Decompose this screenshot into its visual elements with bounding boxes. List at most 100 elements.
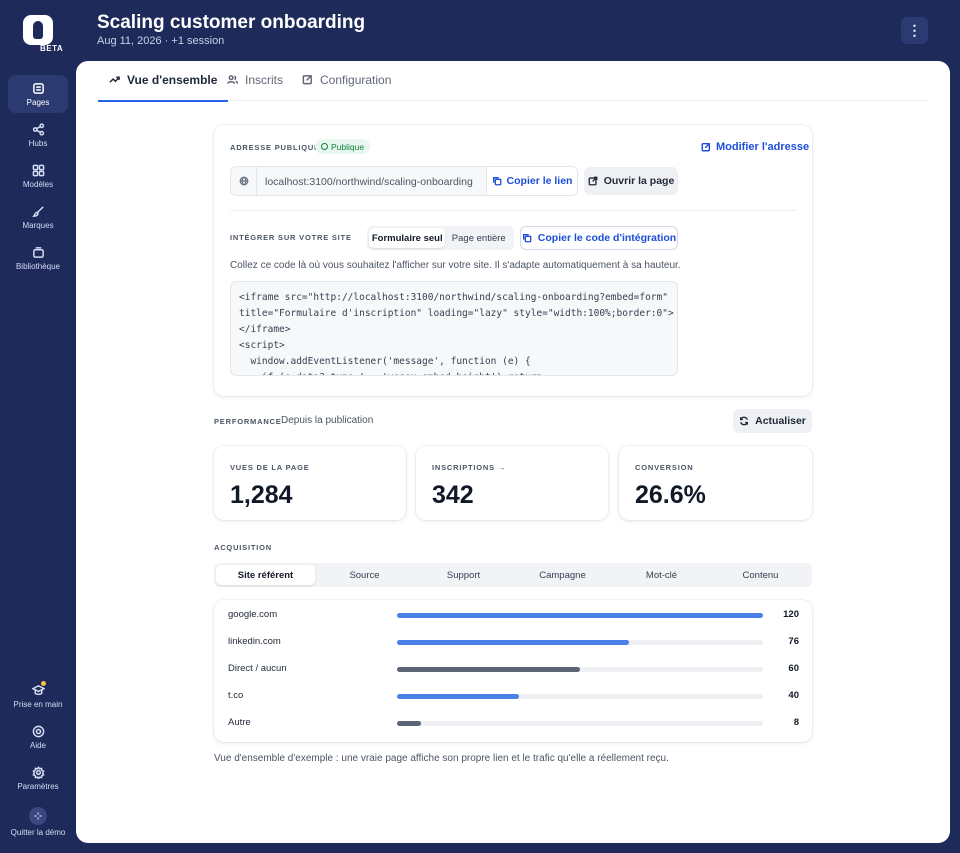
publish-card: ADRESSE PUBLIQUE Publique Modifier l'adr… xyxy=(214,125,812,396)
notification-dot xyxy=(41,681,46,686)
stat-value: 1,284 xyxy=(230,481,293,509)
address-caption: ADRESSE PUBLIQUE xyxy=(230,143,320,152)
performance-header: PERFORMANCE Depuis la publication Actual… xyxy=(214,409,812,435)
tab-bar: Vue d'ensemble Inscrits Configuration xyxy=(97,61,928,102)
referrer-count: 60 xyxy=(788,663,799,674)
tab-label: Configuration xyxy=(320,73,392,87)
embed-code-block[interactable]: <iframe src="http://localhost:3100/north… xyxy=(230,281,678,376)
list-item: linkedin.com 76 xyxy=(214,629,812,656)
gear-icon xyxy=(31,765,45,779)
library-icon xyxy=(32,246,44,258)
tab-inscrits[interactable]: Inscrits xyxy=(227,73,283,101)
public-url-text[interactable]: localhost:3100/northwind/scaling-onboard… xyxy=(265,176,473,188)
app-logo[interactable] xyxy=(23,15,53,45)
rail-item-hubs[interactable]: Hubs xyxy=(8,116,68,154)
referrer-count: 40 xyxy=(788,690,799,701)
status-badge: Publique xyxy=(315,139,371,154)
open-page-label: Ouvrir la page xyxy=(603,175,675,187)
rail-item-label: Marques xyxy=(22,220,54,230)
referrer-list: google.com 120 linkedin.com 76 Direct / … xyxy=(214,600,812,742)
main-panel: Vue d'ensemble Inscrits Configuration AD… xyxy=(76,61,950,843)
referrer-count: 8 xyxy=(793,717,799,728)
performance-since: Depuis la publication xyxy=(281,415,374,426)
referrer-bar-fill xyxy=(397,613,763,618)
tab-vue-ensemble[interactable]: Vue d'ensemble xyxy=(97,73,229,102)
tab-configuration[interactable]: Configuration xyxy=(302,73,391,101)
referrer-bar-fill xyxy=(397,721,422,726)
copy-link-button[interactable]: Copier le lien xyxy=(486,166,578,196)
rail-item-marques[interactable]: Marques xyxy=(8,198,68,236)
left-rail: BETA Pages Hubs Modèles Marques Biblioth… xyxy=(0,0,76,853)
referrer-count: 120 xyxy=(783,609,799,620)
referrer-name: Direct / aucun xyxy=(228,663,287,674)
page-subtitle: Aug 11, 2026 · +1 session xyxy=(97,35,225,47)
stat-card-registrations[interactable]: INSCRIPTIONS → 342 xyxy=(416,446,608,520)
more-options-button[interactable]: ⋮ xyxy=(901,17,928,44)
referrer-bar-fill xyxy=(397,640,629,645)
public-url-field: localhost:3100/northwind/scaling-onboard… xyxy=(230,166,578,196)
copy-embed-label: Copier le code d'intégration xyxy=(537,232,677,244)
rail-item-quitter-demo[interactable]: Quitter la démo xyxy=(8,802,68,842)
acquisition-tabs: Site référent Source Support Campagne Mo… xyxy=(214,563,812,587)
rail-item-label: Paramètres xyxy=(17,781,59,791)
refresh-button[interactable]: Actualiser xyxy=(733,409,812,433)
refresh-icon xyxy=(740,416,749,426)
page-title: Scaling customer onboarding xyxy=(97,12,366,33)
referrer-bar-fill xyxy=(397,694,519,699)
embed-mode-form[interactable]: Formulaire seul xyxy=(369,228,446,248)
stat-value: 342 xyxy=(432,481,474,509)
performance-caption: PERFORMANCE xyxy=(214,417,282,426)
stat-label: VUES DE LA PAGE xyxy=(230,463,310,472)
list-item: Direct / aucun 60 xyxy=(214,656,812,683)
globe-badge-icon xyxy=(321,143,328,150)
rail-item-modeles[interactable]: Modèles xyxy=(8,157,68,195)
rail-item-aide[interactable]: Aide xyxy=(8,718,68,756)
copy-embed-button[interactable]: Copier le code d'intégration xyxy=(520,226,678,250)
referrer-bar-fill xyxy=(397,667,580,672)
open-page-button[interactable]: Ouvrir la page xyxy=(584,167,678,195)
refresh-label: Actualiser xyxy=(755,415,806,427)
acq-tab-support[interactable]: Support xyxy=(414,565,513,585)
acq-tab-contenu[interactable]: Contenu xyxy=(711,565,810,585)
list-item: Autre 8 xyxy=(214,710,812,737)
tab-label: Inscrits xyxy=(245,73,284,87)
acq-tab-site-referent[interactable]: Site référent xyxy=(216,565,315,585)
acq-tab-mot-cle[interactable]: Mot-clé xyxy=(612,565,711,585)
stat-label: INSCRIPTIONS → xyxy=(432,463,507,472)
referrer-bar-track xyxy=(397,667,763,672)
list-item: google.com 120 xyxy=(214,602,812,629)
edit-address-label: Modifier l'adresse xyxy=(716,141,810,153)
acq-tab-source[interactable]: Source xyxy=(315,565,414,585)
referrer-name: t.co xyxy=(228,690,244,701)
acq-tab-campagne[interactable]: Campagne xyxy=(513,565,612,585)
stat-card-views: VUES DE LA PAGE 1,284 xyxy=(214,446,406,520)
referrer-bar-track xyxy=(397,640,763,645)
exit-demo-icon xyxy=(29,807,47,825)
rail-item-parametres[interactable]: Paramètres xyxy=(8,759,68,797)
referrer-bar-track xyxy=(397,694,763,699)
users-icon xyxy=(227,75,238,84)
rail-item-label: Hubs xyxy=(28,138,48,148)
referrer-name: Autre xyxy=(228,717,251,728)
rail-item-label: Aide xyxy=(29,740,46,750)
tab-label: Vue d'ensemble xyxy=(127,73,218,87)
rail-item-label: Modèles xyxy=(22,179,54,189)
edit-address-link[interactable]: Modifier l'adresse xyxy=(701,141,809,153)
pages-icon xyxy=(32,82,44,94)
acquisition-caption: ACQUISITION xyxy=(214,543,272,552)
footnote: Vue d'ensemble d'exemple : une vraie pag… xyxy=(214,753,669,764)
embed-mode-page[interactable]: Page entière xyxy=(445,228,512,248)
referrer-name: linkedin.com xyxy=(228,636,281,647)
more-vertical-icon: ⋮ xyxy=(907,22,922,38)
globe-icon xyxy=(231,167,257,195)
trend-icon xyxy=(109,76,120,83)
rail-item-prise-en-main[interactable]: Prise en main xyxy=(8,677,68,715)
copy-icon xyxy=(492,177,501,186)
referrer-count: 76 xyxy=(788,636,799,647)
rail-item-pages[interactable]: Pages xyxy=(8,75,68,113)
rail-item-bibliotheque[interactable]: Bibliothèque xyxy=(8,239,68,277)
rail-item-label: Quitter la démo xyxy=(10,828,66,837)
brush-icon xyxy=(31,205,44,217)
rail-item-label: Prise en main xyxy=(13,699,63,709)
edit-icon xyxy=(701,142,711,152)
